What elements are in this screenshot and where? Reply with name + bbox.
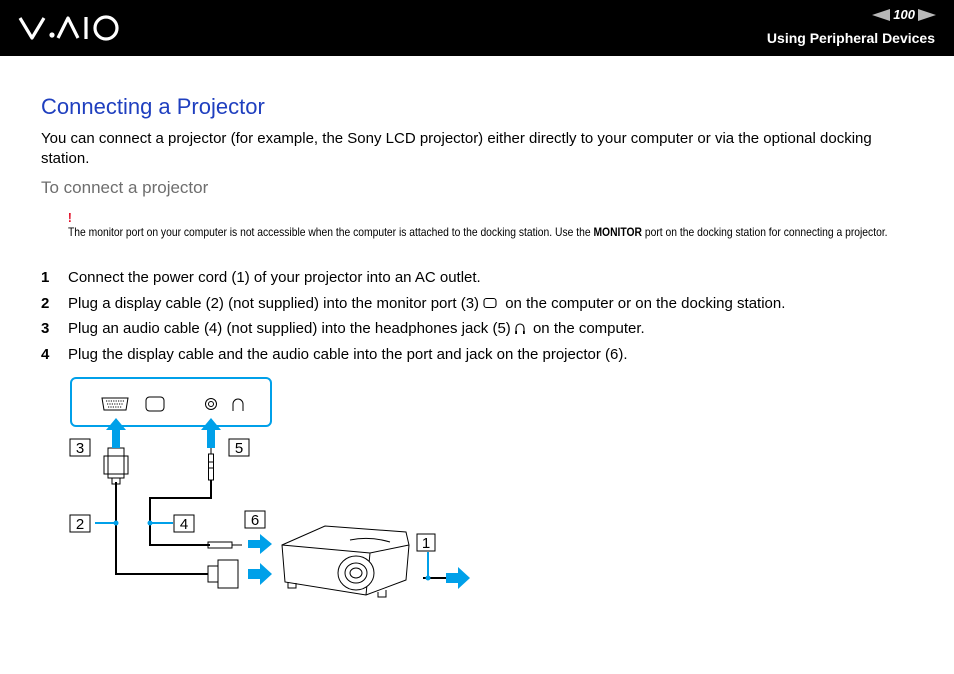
insert-arrow-icon [248, 563, 272, 585]
section-title: Using Peripheral Devices [766, 30, 935, 46]
vga-connector-icon [103, 447, 129, 485]
note-text-after: port on the docking station for connecti… [642, 225, 888, 239]
headphones-icon [232, 398, 244, 411]
step-text-after: on the computer or on the docking statio… [501, 294, 786, 312]
insert-arrow-icon [106, 418, 126, 448]
step-number: 1 [41, 269, 50, 287]
projector-icon [281, 525, 410, 598]
callout-5: 5 [228, 438, 250, 457]
previous-page-arrow-icon[interactable] [872, 8, 891, 21]
step-item: 3 Plug an audio cable (4) (not supplied)… [41, 316, 785, 342]
page-title: Connecting a Projector [41, 94, 265, 119]
step-number: 4 [41, 346, 50, 364]
step-item: 2 Plug a display cable (2) (not supplied… [41, 291, 785, 317]
audio-plug-icon [207, 541, 242, 549]
callout-2: 2 [69, 514, 91, 533]
svg-text:1: 1 [422, 535, 430, 552]
callout-3: 3 [69, 438, 91, 457]
step-number: 2 [41, 294, 50, 312]
step-number: 3 [41, 320, 50, 338]
svg-text:3: 3 [76, 440, 84, 457]
step-item: 1 Connect the power cord (1) of your pro… [41, 265, 785, 291]
step-text: Connect the power cord (1) of your proje… [68, 269, 481, 287]
step-text-before: Plug an audio cable (4) (not supplied) i… [68, 320, 511, 338]
svg-text:2: 2 [76, 516, 84, 533]
insert-arrow-icon [446, 567, 470, 589]
callout-1: 1 [416, 533, 436, 552]
page-header: 100 Using Peripheral Devices [0, 0, 954, 56]
monitor-port-icon [145, 396, 165, 412]
insert-arrow-icon [201, 418, 221, 448]
monitor-port-icon [483, 298, 497, 309]
vaio-logo [18, 15, 119, 41]
step-text-after: on the computer. [528, 320, 645, 338]
page-number: 100 [893, 7, 915, 22]
connection-diagram: 3 5 2 4 6 1 [69, 377, 470, 598]
warning-note: ! The monitor port on your computer is n… [68, 210, 919, 241]
next-page-arrow-icon[interactable] [918, 8, 936, 21]
procedure-subtitle: To connect a projector [41, 178, 209, 197]
step-text-before: Plug a display cable (2) (not supplied) … [68, 294, 480, 312]
insert-arrow-icon [248, 534, 272, 554]
note-bold: MONITOR [593, 225, 643, 239]
vga-port-icon [101, 397, 129, 411]
vga-connector-icon [207, 559, 239, 589]
intro-paragraph: You can connect a projector (for example… [41, 130, 872, 167]
step-item: 4 Plug the display cable and the audio c… [41, 342, 785, 368]
audio-plug-icon [208, 448, 214, 481]
svg-text:5: 5 [235, 440, 243, 457]
note-text-before: The monitor port on your computer is not… [68, 225, 594, 239]
steps-list: 1 Connect the power cord (1) of your pro… [41, 265, 785, 367]
svg-text:4: 4 [180, 516, 188, 533]
computer-port-panel [70, 377, 272, 427]
callout-4: 4 [173, 514, 195, 533]
pager: 100 [872, 7, 936, 22]
callout-6: 6 [244, 510, 266, 529]
warning-mark-icon: ! [68, 210, 72, 225]
step-text: Plug the display cable and the audio cab… [68, 346, 628, 364]
audio-jack-icon [205, 398, 217, 410]
headphones-icon [514, 323, 525, 334]
svg-text:6: 6 [251, 512, 259, 529]
